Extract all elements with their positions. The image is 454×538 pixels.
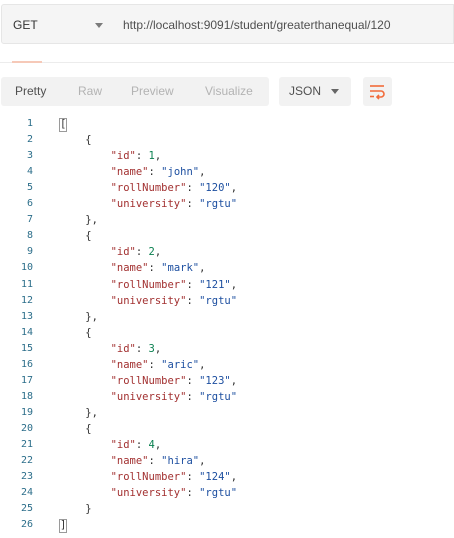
json-value: mark — [167, 262, 193, 275]
line-number: 13 — [20, 310, 33, 322]
method-dropdown[interactable]: GET — [1, 4, 113, 44]
code-line: "id": 3, — [110, 342, 162, 355]
code-line: }, — [60, 406, 98, 419]
json-value: rgtu — [205, 390, 231, 403]
wrap-lines-icon — [370, 85, 385, 100]
line-number: 5 — [26, 182, 33, 194]
line-number: 9 — [26, 246, 33, 258]
line-number: 20 — [20, 422, 33, 434]
line-number: 17 — [20, 374, 33, 386]
code-line: "rollNumber": "123", — [110, 374, 238, 387]
wrap-lines-button[interactable] — [363, 77, 392, 106]
line-number: 18 — [20, 390, 33, 402]
json-value: 124 — [205, 471, 225, 484]
json-value: aric — [167, 358, 193, 371]
active-tab-indicator — [12, 61, 42, 63]
response-body-viewer[interactable]: 1 2 3 4 5 6 7 8 9 10 11 12 13 14 15 16 17 18 19 20 21 22 23 24 2… — [0, 118, 454, 538]
line-number: 24 — [20, 487, 33, 499]
code-line: { — [60, 134, 92, 147]
code-line: "university": "rgtu" — [110, 390, 238, 403]
request-bar: GET http://localhost:9091/student/greate… — [0, 0, 454, 50]
code-line: "name": "hira", — [110, 455, 206, 468]
line-number: 3 — [26, 150, 33, 162]
json-value: john — [167, 166, 193, 179]
view-pretty-button[interactable]: Pretty — [15, 84, 46, 98]
line-number: 25 — [20, 503, 33, 515]
line-number: 11 — [20, 278, 33, 290]
line-number: 2 — [26, 134, 33, 146]
code-line: "rollNumber": "120", — [110, 182, 238, 195]
line-number: 10 — [20, 262, 33, 274]
code-line: }, — [60, 310, 98, 323]
code-line: "university": "rgtu" — [110, 198, 238, 211]
line-number: 8 — [26, 230, 33, 242]
divider — [0, 62, 454, 63]
line-number: 19 — [20, 406, 33, 418]
json-value: rgtu — [205, 487, 231, 500]
code-line: "name": "john", — [110, 166, 206, 179]
json-value: 121 — [205, 278, 225, 291]
view-mode-toggle: Pretty Raw Preview Visualize — [1, 77, 269, 106]
code-line: "university": "rgtu" — [110, 487, 238, 500]
bracket-match-box — [59, 519, 67, 534]
code-line: "university": "rgtu" — [110, 294, 238, 307]
line-number: 21 — [20, 439, 33, 450]
code-line: { — [60, 422, 92, 435]
line-number: 7 — [26, 214, 33, 226]
json-value: 123 — [205, 374, 225, 387]
chevron-down-icon — [331, 89, 339, 94]
chevron-down-icon — [95, 23, 103, 28]
json-value: rgtu — [205, 294, 231, 307]
line-number: 1 — [26, 118, 33, 129]
json-value: rgtu — [205, 198, 231, 211]
url-input[interactable]: http://localhost:9091/student/greatertha… — [112, 4, 454, 44]
line-number: 16 — [20, 358, 33, 370]
view-raw-button[interactable]: Raw — [78, 84, 102, 98]
line-number: 6 — [26, 198, 33, 210]
code-line: { — [60, 326, 92, 339]
url-text: http://localhost:9091/student/greatertha… — [123, 18, 391, 32]
method-label: GET — [13, 18, 38, 32]
format-dropdown[interactable]: JSON — [279, 77, 351, 106]
line-number: 22 — [20, 455, 33, 467]
format-label: JSON — [289, 84, 322, 98]
code-line: "name": "aric", — [110, 358, 206, 371]
code-line: } — [60, 503, 92, 516]
line-number: 14 — [20, 326, 33, 338]
json-value: hira — [167, 455, 193, 468]
code-line: { — [60, 230, 92, 243]
code-line: "name": "mark", — [110, 262, 206, 275]
code-line: }, — [60, 214, 98, 227]
code-line: "id": 4, — [110, 439, 162, 451]
code-line: "rollNumber": "121", — [110, 278, 238, 291]
line-number: 4 — [26, 166, 33, 178]
line-number: 15 — [20, 342, 33, 354]
bracket-match-box — [59, 118, 67, 132]
code-line: "id": 2, — [110, 246, 162, 259]
view-visualize-button[interactable]: Visualize — [205, 84, 253, 98]
json-value: 120 — [205, 182, 225, 195]
view-preview-button[interactable]: Preview — [131, 84, 174, 98]
line-number: 26 — [20, 519, 33, 531]
line-number: 23 — [20, 471, 33, 483]
code-line: "rollNumber": "124", — [110, 471, 238, 484]
line-number: 12 — [20, 294, 33, 306]
code-line: "id": 1, — [110, 150, 162, 163]
